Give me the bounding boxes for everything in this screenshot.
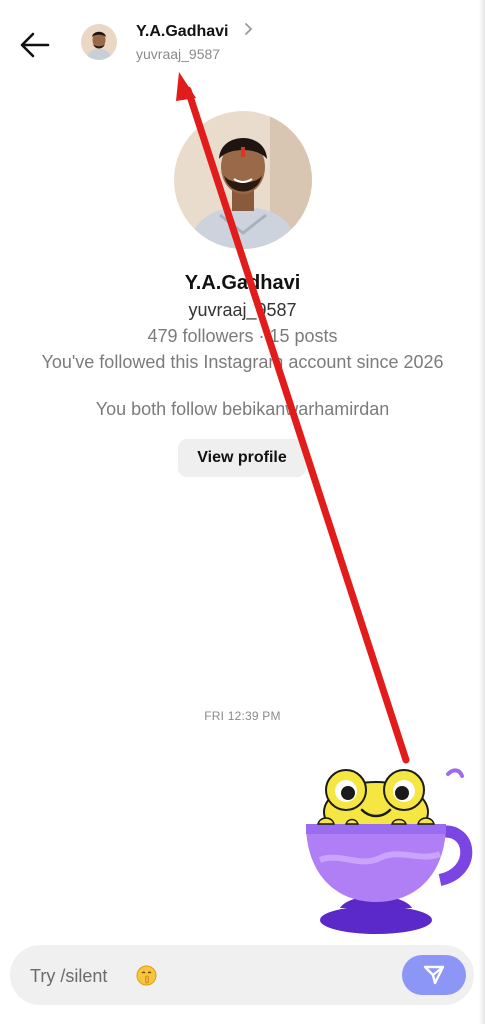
send-icon [423, 965, 445, 985]
chat-title[interactable]: Y.A.Gadhavi [136, 23, 228, 41]
back-button[interactable] [18, 28, 52, 62]
message-timestamp: FRI 12:39 PM [204, 709, 281, 723]
send-button[interactable] [402, 955, 466, 995]
follow-since-text: You've followed this Instagram account s… [41, 352, 444, 372]
message-input[interactable] [28, 945, 392, 1007]
chat-header: Y.A.Gadhavi yuvraaj_9587 [0, 0, 485, 90]
chat-subtitle-handle: yuvraaj_9587 [136, 46, 221, 62]
message-composer [10, 945, 474, 1007]
profile-picture[interactable] [174, 111, 312, 249]
profile-stats: 479 followers · 15 posts [147, 326, 338, 346]
chevron-right-icon[interactable] [244, 22, 254, 41]
profile-handle: yuvraaj_9587 [188, 300, 297, 320]
mutual-follow-text: You both follow bebikanwarhamirdan [95, 399, 390, 419]
shushing-face-emoji-icon [136, 965, 157, 986]
profile-name: Y.A.Gadhavi [184, 272, 301, 294]
avatar[interactable] [81, 24, 117, 60]
view-profile-button[interactable]: View profile [178, 439, 306, 477]
arrow-left-icon [20, 32, 50, 58]
frog-in-teacup-sticker[interactable] [300, 762, 480, 938]
